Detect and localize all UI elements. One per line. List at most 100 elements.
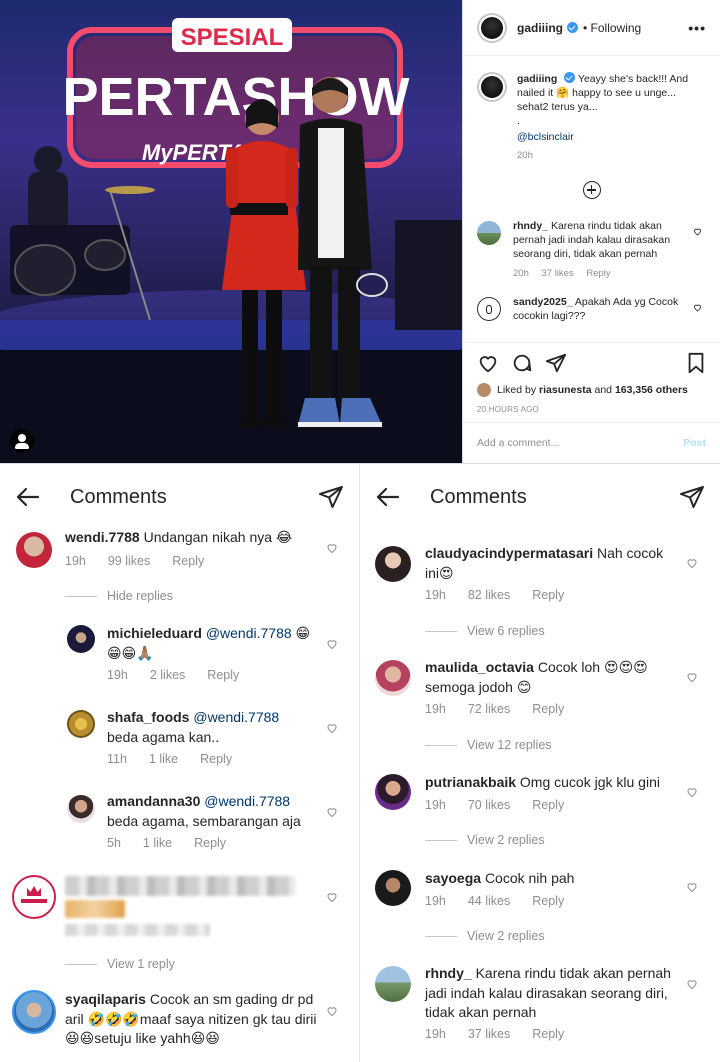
load-more-comments-icon[interactable] [582,181,601,199]
like-heart-icon[interactable] [326,891,338,903]
comments-panel-right: Comments claudyacindypermatasari Nah coc… [360,464,720,1062]
comment-username[interactable]: shafa_foods [107,709,189,725]
liked-by-avatar[interactable] [477,383,491,397]
caption-text-block: gadiiing Yeayy she's back!!! And nailed … [517,72,706,144]
comment-username[interactable]: rhndy_ [425,965,472,981]
view-replies-toggle[interactable]: View 2 replies [425,929,545,943]
like-heart-icon[interactable] [693,303,702,312]
comment-username[interactable]: wendi.7788 [65,529,140,545]
comment-likes[interactable]: 1 like [143,836,172,850]
back-arrow-icon[interactable] [376,487,400,507]
liked-by-others[interactable]: 163,356 others [615,384,688,396]
comment-avatar[interactable] [477,297,501,321]
comment-avatar[interactable] [67,710,95,738]
comment-username[interactable]: claudyacindypermatasari [425,545,593,561]
more-options-icon[interactable]: ••• [688,20,706,36]
reply-button[interactable]: Reply [532,798,564,812]
bookmark-icon[interactable] [686,352,706,374]
like-heart-icon[interactable] [477,352,499,374]
share-send-icon[interactable] [545,352,567,374]
post-comment-button[interactable]: Post [683,437,706,449]
reply-button[interactable]: Reply [586,268,610,279]
like-heart-icon[interactable] [686,881,698,893]
comment-avatar[interactable] [477,221,501,245]
post-photo[interactable]: SPESIAL PERTASHOW MyPERTA [0,0,463,463]
comments-title: Comments [430,485,527,508]
comment-mention[interactable]: @wendi.7788 [206,625,292,641]
comment-username[interactable]: sandy2025_ [513,296,573,308]
comment-likes[interactable]: 37 likes [542,268,574,279]
add-comment-input[interactable]: Add a comment... [477,437,559,449]
comment-avatar[interactable] [375,966,411,1002]
view-replies-toggle[interactable]: View 2 replies [425,833,545,847]
comment-avatar[interactable] [16,532,52,568]
comment-username[interactable]: maulida_octavia [425,659,534,675]
reply-button[interactable]: Reply [172,554,204,568]
comment-username[interactable]: sayoega [425,870,481,886]
comment-username[interactable]: rhndy_ [513,220,548,232]
like-heart-icon[interactable] [326,806,338,818]
comment-avatar[interactable] [375,774,411,810]
view-replies-toggle[interactable]: View 6 replies [425,624,545,638]
comment-avatar[interactable] [375,546,411,582]
comment-likes[interactable]: 82 likes [468,588,510,602]
like-heart-icon[interactable] [326,1005,338,1017]
avatar[interactable] [477,12,507,43]
reply-button[interactable]: Reply [532,702,564,716]
like-heart-icon[interactable] [686,671,698,683]
comment-likes[interactable]: 44 likes [468,894,510,908]
hide-replies-toggle[interactable]: Hide replies [65,589,173,603]
post-username[interactable]: gadiiing [517,21,563,35]
back-arrow-icon[interactable] [16,487,40,507]
comment-time: 19h [65,554,86,568]
caption-mention[interactable]: @bclsinclair [517,130,706,144]
reply-button[interactable]: Reply [532,588,564,602]
view-replies-toggle[interactable]: View 12 replies [425,738,552,752]
comment-mention[interactable]: @wendi.7788 [204,793,290,809]
comment-username[interactable]: putrianakbaik [425,774,516,790]
like-heart-icon[interactable] [326,542,338,554]
comment-likes[interactable]: 72 likes [468,702,510,716]
comment-avatar[interactable] [375,660,411,696]
tagged-user-icon[interactable] [10,429,34,453]
comment-meta: 20h 37 likes Reply [513,267,693,281]
like-heart-icon[interactable] [693,227,702,236]
caption-avatar[interactable] [477,72,507,102]
comment-likes[interactable]: 70 likes [468,798,510,812]
like-heart-icon[interactable] [686,978,698,990]
like-heart-icon[interactable] [326,638,338,650]
comment-meta: 11h 1 like Reply [107,752,254,766]
following-label[interactable]: • Following [583,21,641,35]
reply-button[interactable]: Reply [207,668,239,682]
comment-avatar[interactable] [67,795,95,823]
reply-button[interactable]: Reply [532,894,564,908]
comment-avatar[interactable] [67,625,95,653]
like-heart-icon[interactable] [326,722,338,734]
like-heart-icon[interactable] [686,557,698,569]
comment-username[interactable]: syaqilaparis [65,991,146,1007]
reply-button[interactable]: Reply [194,836,226,850]
caption-username[interactable]: gadiiing [517,73,557,85]
comment-likes[interactable]: 37 likes [468,1027,510,1041]
comment-text: syaqilaparis Cocok an sm gading dr pd ar… [65,990,320,1049]
reply-button[interactable]: Reply [200,752,232,766]
comment-avatar[interactable] [375,870,411,906]
comment-bubble-icon[interactable] [511,352,533,374]
censored-account-avatar[interactable] [12,875,56,919]
comment-mention[interactable]: @wendi.7788 [193,709,279,725]
send-icon[interactable] [319,486,343,508]
comment-avatar[interactable] [12,990,56,1034]
comment-likes[interactable]: 99 likes [108,554,150,568]
comment-username[interactable]: michieleduard [107,625,202,641]
liked-by-user[interactable]: riasunesta [539,384,592,396]
send-icon[interactable] [680,486,704,508]
like-heart-icon[interactable] [686,786,698,798]
comments-panel-left: Comments wendi.7788 Undangan nikah nya 😂… [0,464,360,1062]
view-replies-toggle[interactable]: View 1 reply [65,957,175,971]
comments-title: Comments [70,485,167,508]
comment-likes[interactable]: 1 like [149,752,178,766]
instagram-post: SPESIAL PERTASHOW MyPERTA gadiiing • Fol… [0,0,720,464]
comment-likes[interactable]: 2 likes [150,668,185,682]
reply-button[interactable]: Reply [532,1027,564,1041]
comment-username[interactable]: amandanna30 [107,793,200,809]
